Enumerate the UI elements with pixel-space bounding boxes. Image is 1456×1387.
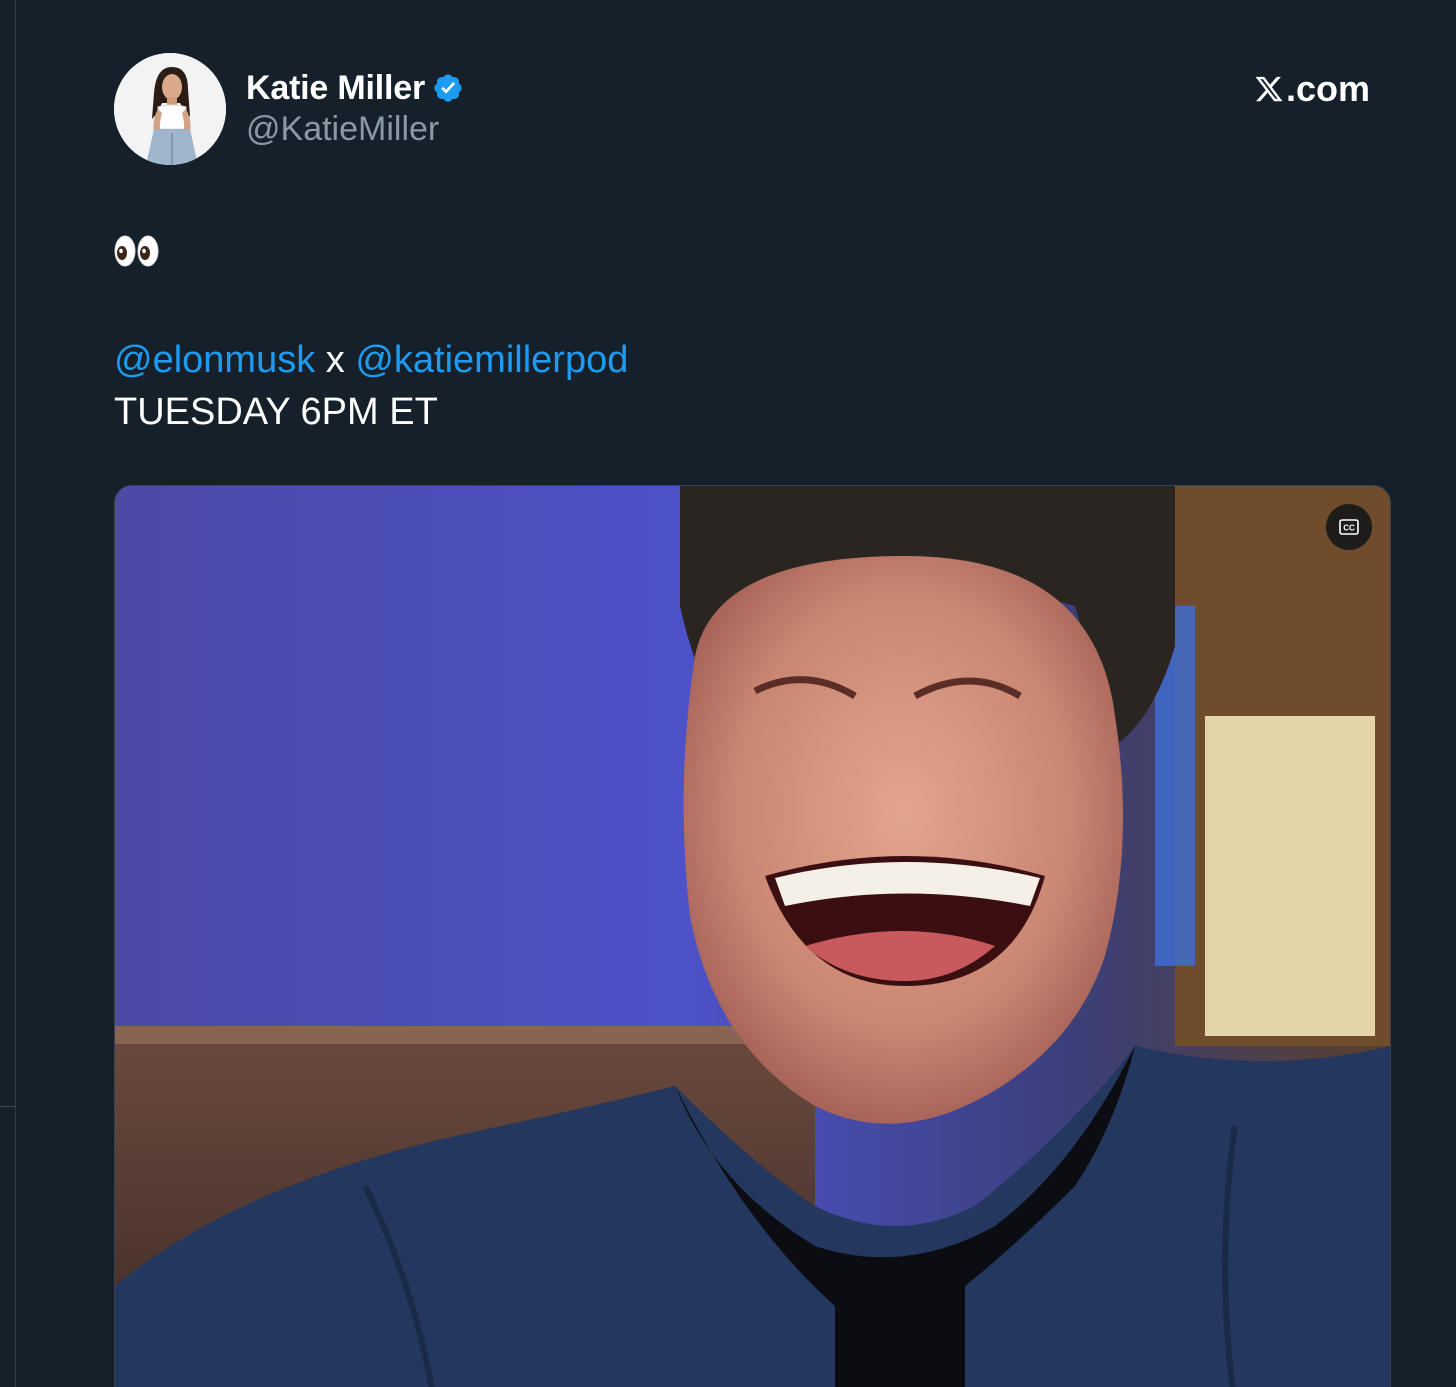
eyes-emoji-icon [114,235,159,267]
video-frame [115,486,1390,1387]
mention-joiner: x [315,339,356,381]
verified-badge-icon [434,74,462,102]
tweet-screenshot: Katie Miller @KatieMiller .com @elonmusk… [0,0,1456,1387]
author-name-row: Katie Miller [246,66,464,110]
closed-captions-icon: CC [1339,519,1359,535]
mention-link-katiemillerpod[interactable]: @katiemillerpod [355,339,628,381]
tweet-text-line-1: @elonmusk x @katiemillerpod [114,334,628,386]
svg-text:CC: CC [1343,524,1355,533]
author-info: Katie Miller @KatieMiller [246,66,464,149]
author-avatar[interactable] [114,53,226,165]
site-domain-suffix: .com [1285,68,1370,109]
closed-captions-button[interactable]: CC [1326,504,1372,550]
tweet-video[interactable]: CC [114,485,1391,1387]
left-divider [15,0,16,1387]
left-divider-tick [0,1106,16,1107]
tweet-text-line-2: TUESDAY 6PM ET [114,391,438,433]
author-display-name[interactable]: Katie Miller [246,69,425,108]
tweet-emoji [114,234,160,268]
site-brand[interactable]: .com [1254,68,1370,110]
x-logo-icon [1255,76,1283,102]
author-handle[interactable]: @KatieMiller [246,110,464,149]
tweet-text: @elonmusk x @katiemillerpod TUESDAY 6PM … [114,334,628,438]
mention-link-elonmusk[interactable]: @elonmusk [114,339,315,381]
